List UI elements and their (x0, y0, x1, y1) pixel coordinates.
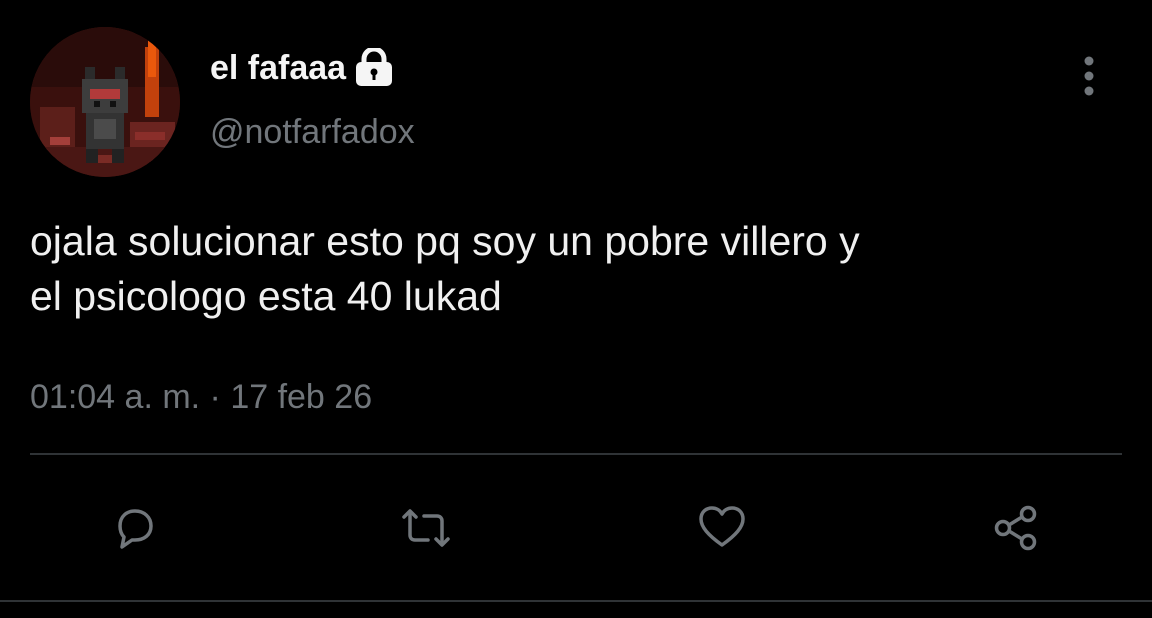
author-display-name[interactable]: el fafaaa (210, 48, 346, 88)
reply-button[interactable] (105, 498, 165, 558)
heart-icon (699, 506, 745, 547)
like-button[interactable] (692, 498, 752, 558)
divider (30, 453, 1122, 455)
tweet-timestamp[interactable]: 01:04 a. m. · 17 feb 26 (30, 376, 372, 418)
avatar[interactable] (30, 27, 180, 177)
divider (0, 600, 1152, 602)
reply-icon (118, 509, 153, 549)
author-display-name-row[interactable]: el fafaaa (210, 46, 394, 88)
retweet-button[interactable] (396, 498, 456, 558)
more-vertical-icon[interactable] (1074, 54, 1104, 98)
share-button[interactable] (986, 498, 1046, 558)
lock-icon (354, 46, 394, 88)
avatar-image (30, 27, 180, 177)
author-handle[interactable]: @notfarfadox (210, 112, 415, 152)
tweet-text: ojala solucionar esto pq soy un pobre vi… (30, 218, 860, 319)
share-icon (994, 505, 1037, 551)
retweet-icon (402, 509, 450, 547)
